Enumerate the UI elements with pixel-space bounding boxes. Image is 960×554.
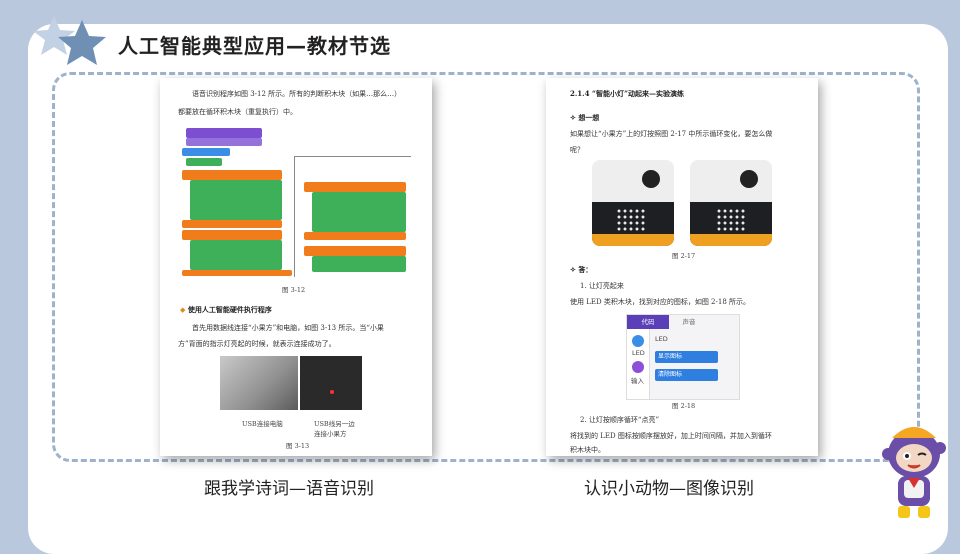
textbook-page-right: 2.1.4 “智能小灯”动起来—实验演练 ✧ 想一想 如果想让“小果方”上的灯按… (546, 78, 818, 456)
photo-label: 连接小果方 (314, 430, 347, 438)
block-editor-figure: 代码 声音 LED 输入 LED 显示图标 清除图标 (626, 314, 740, 400)
block-show-icon: 显示图标 (655, 351, 718, 363)
paragraph: 2. 让灯按顺序循环“点亮” (580, 416, 660, 424)
figure-caption: 图 3-12 (282, 286, 306, 294)
paragraph: 1. 让灯亮起来 (580, 282, 624, 290)
block-program-figure (182, 126, 414, 278)
tab-sound: 声音 (682, 318, 696, 326)
paragraph: 使用 LED 类积木块，找到对应的图标，如图 2-18 所示。 (570, 298, 750, 306)
device-image-1 (592, 160, 674, 246)
figure-caption: 图 3-13 (286, 442, 310, 450)
caption-left: 跟我学诗词—语音识别 (204, 479, 374, 499)
caption-right: 认识小动物—图像识别 (584, 479, 754, 499)
block-clear-icon: 清除图标 (655, 369, 718, 381)
figure-caption: 图 2-17 (672, 252, 696, 260)
page-title: 人工智能典型应用—教材节选 (118, 34, 391, 58)
tab-code: 代码 (627, 315, 669, 329)
paragraph: 积木块中。 (570, 446, 605, 454)
paragraph: 呢？ (570, 146, 584, 154)
paragraph: 将找到的 LED 图标按顺序摆放好，加上时间间隔，并加入到循环 (570, 432, 772, 440)
category-input: 输入 (631, 377, 644, 385)
stars-decoration-icon (33, 16, 106, 65)
bullet-icon: ◆ (180, 305, 188, 314)
photo-device-back (300, 356, 362, 410)
device-image-2 (690, 160, 772, 246)
paragraph: 都要放在循环积木块（重复执行）中。 (178, 108, 297, 116)
monkey-mascot-icon (882, 427, 946, 518)
photo-label: USB连接电脑 (242, 420, 283, 428)
paragraph: 如果想让“小果方”上的灯按照图 2-17 中所示循环变化，要怎么做 (570, 130, 773, 138)
photo-usb-computer (220, 356, 298, 410)
figure-caption: 图 2-18 (672, 402, 696, 410)
subheading: ✧ 想一想 (570, 113, 600, 122)
paragraph: 首先用数据线连接“小果方”和电脑，如图 3-13 所示。当“小果 (192, 324, 384, 332)
photo-label: USB线另一边 (314, 420, 355, 428)
paragraph: 语音识别程序如图 3-12 所示。所有的判断积木块（如果…那么…） (192, 90, 402, 98)
paragraph: 方”背面的指示灯亮起的时候，就表示连接成功了。 (178, 340, 336, 348)
section-heading: ◆ 使用人工智能硬件执行程序 (180, 305, 272, 314)
panel-title: LED (655, 335, 668, 343)
textbook-page-left: 语音识别程序如图 3-12 所示。所有的判断积木块（如果…那么…） 都要放在循环… (160, 78, 432, 456)
section-heading: 2.1.4 “智能小灯”动起来—实验演练 (570, 89, 684, 98)
category-led: LED (632, 349, 645, 357)
subheading: ✧ 答： (570, 265, 593, 274)
